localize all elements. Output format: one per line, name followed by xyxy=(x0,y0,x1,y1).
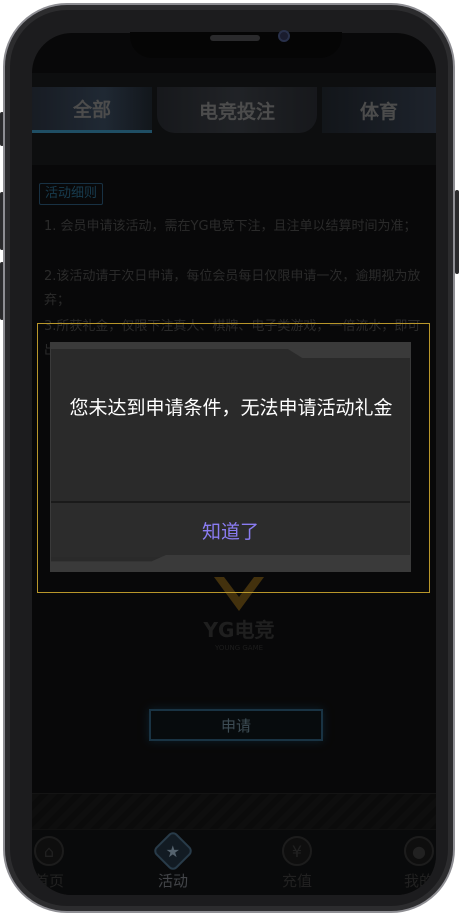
got-it-button[interactable]: 知道了 xyxy=(51,503,410,557)
power-button xyxy=(455,190,459,274)
dialog-top-decoration xyxy=(51,343,410,358)
front-camera xyxy=(278,30,290,42)
alert-dialog: 您未达到申请条件，无法申请活动礼金 知道了 xyxy=(50,342,411,572)
dialog-message: 您未达到申请条件，无法申请活动礼金 xyxy=(69,397,393,419)
dialog-bottom-decoration xyxy=(51,555,410,571)
speaker-grille xyxy=(210,35,260,41)
got-it-button-label: 知道了 xyxy=(201,520,259,543)
